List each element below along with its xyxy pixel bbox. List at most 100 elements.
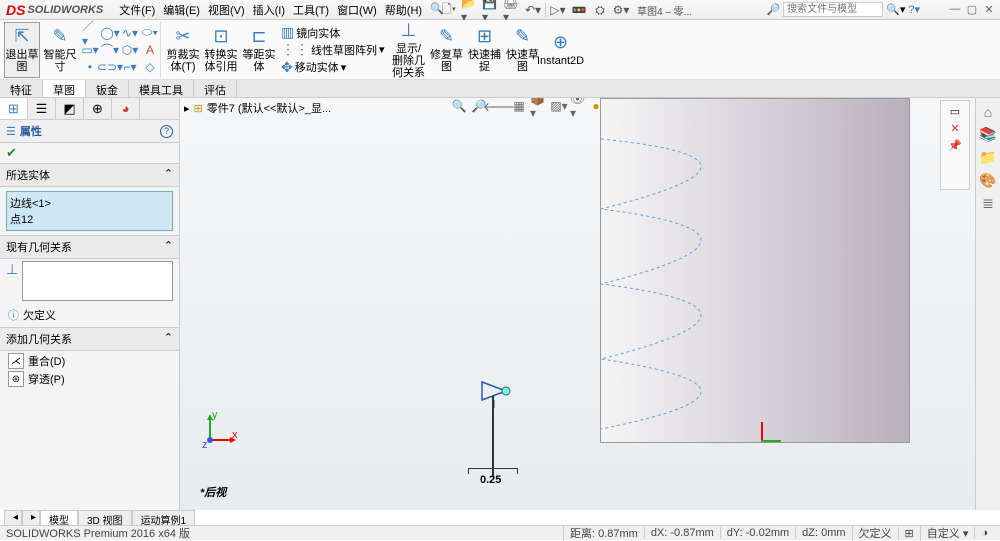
status-unit-icon[interactable]: ⊞ <box>898 527 920 540</box>
rapid-sketch-button[interactable]: ✎ 快速草图 <box>505 22 541 78</box>
new-icon[interactable]: 🗋▾ <box>440 2 458 18</box>
options-icon[interactable]: ⛭ <box>591 2 609 18</box>
pattern-button[interactable]: ⋮⋮线性草图阵列▾ <box>281 41 385 58</box>
tab-3dview[interactable]: 3D 视图 <box>78 510 132 526</box>
tab-feature[interactable]: 特征 <box>0 80 43 97</box>
feature-manager-panel: ⊞ ☰ ◩ ⊕ ◕ ☰ 属性 ? ✔ 所选实体 ⌃ 边线<1> 点12 现有几何… <box>0 98 180 510</box>
repair-button[interactable]: ✎ 修复草图 <box>429 22 465 78</box>
list-item[interactable]: 点12 <box>10 211 169 227</box>
hide-show-icon[interactable]: 👁▾ <box>570 98 588 114</box>
rebuild-icon[interactable]: 🚥 <box>570 2 588 18</box>
mirror-button[interactable]: ▥镜向实体 <box>281 24 385 41</box>
coincident-button[interactable]: ⋌ 重合(D) <box>8 353 171 369</box>
open-icon[interactable]: 📂▾ <box>461 2 479 18</box>
point-icon[interactable]: • <box>82 59 98 75</box>
menu-help[interactable]: 帮助(H) <box>385 2 422 18</box>
tp-view-icon[interactable]: 🎨 <box>979 172 996 189</box>
arc-icon[interactable]: ⌒▾ <box>102 42 118 58</box>
move-button[interactable]: ✥移动实体▾ <box>281 59 385 76</box>
circle-icon[interactable]: ◯▾ <box>102 25 118 41</box>
pm-section-add[interactable]: 添加几何关系 ⌃ <box>0 327 179 351</box>
text-icon[interactable]: A <box>142 42 158 58</box>
fm-tab-dim-icon[interactable]: ⊕ <box>84 98 112 119</box>
search-area: 🔎 🔍▾ ?▾ <box>766 2 920 17</box>
instant2d-button[interactable]: ⊕ Instant2D <box>543 22 579 78</box>
smart-dimension-button[interactable]: ✎ 智能尺寸 <box>42 22 78 78</box>
display-style-icon[interactable]: ▨▾ <box>550 98 568 114</box>
tab-sheetmetal[interactable]: 钣金 <box>86 80 129 97</box>
polygon-icon[interactable]: ⬡▾ <box>122 42 138 58</box>
floating-palette[interactable]: ▭ ✕ 📌 <box>940 100 970 190</box>
search-go-icon[interactable]: 🔍▾ <box>886 3 905 16</box>
restore-icon[interactable]: ▢ <box>965 2 979 16</box>
fm-tab-part-icon[interactable]: ⊞ <box>0 98 28 119</box>
menu-window[interactable]: 窗口(W) <box>337 2 377 18</box>
exit-sketch-button[interactable]: ⇱ 退出草图 <box>4 22 40 78</box>
fm-tab-appear-icon[interactable]: ◕ <box>112 98 140 119</box>
minimize-icon[interactable]: — <box>948 2 962 16</box>
line-icon[interactable]: ／▾ <box>82 25 98 41</box>
tab-moldtools[interactable]: 模具工具 <box>129 80 194 97</box>
pm-existing-list[interactable] <box>22 261 173 301</box>
tp-explorer-icon[interactable]: 📁 <box>979 149 996 166</box>
pm-ok-button[interactable]: ✔ <box>0 143 179 163</box>
flyout-tree[interactable]: ▸ ⊞ 零件7 (默认<<默认>_显... <box>184 100 331 116</box>
tab-model[interactable]: 模型 <box>40 510 78 526</box>
help-icon[interactable]: ?▾ <box>908 3 920 16</box>
menu-view[interactable]: 视图(V) <box>208 2 245 18</box>
pop-close-icon[interactable]: ✕ <box>950 122 959 135</box>
search-input[interactable] <box>783 2 883 17</box>
slot-icon[interactable]: ⊂⊃▾ <box>102 59 118 75</box>
section-view-icon[interactable]: ▦ <box>510 98 528 114</box>
save-icon[interactable]: 💾▾ <box>482 2 500 18</box>
tp-custom-icon[interactable]: ≣ <box>982 195 994 212</box>
status-custom[interactable]: 自定义 ▾ <box>920 525 975 541</box>
tab-motionstudy[interactable]: 运动算例1 <box>132 510 196 526</box>
plane-icon[interactable]: ◇ <box>142 59 158 75</box>
settings-icon[interactable]: ⚙▾ <box>612 2 630 18</box>
sketch-tools-group: ／▾ ◯▾ ∿▾ ⬭▾ ▭▾ ⌒▾ ⬡▾ A • ⊂⊃▾ ⌐▾ ◇ <box>80 22 161 78</box>
sketch-origin[interactable] <box>480 378 520 411</box>
tab-nav-next-icon[interactable]: ▸ <box>22 510 40 526</box>
menu-insert[interactable]: 插入(I) <box>253 2 285 18</box>
graphics-area[interactable]: ▸ ⊞ 零件7 (默认<<默认>_显... 🔍 🔎 🡐 ▦ 📦▾ ▨▾ 👁▾ ●… <box>180 98 975 510</box>
quicksnap-button[interactable]: ⊞ 快速捕捉 <box>467 22 503 78</box>
pm-help-icon[interactable]: ? <box>160 125 173 138</box>
menu-file[interactable]: 文件(F) <box>119 2 155 18</box>
zoom-fit-icon[interactable]: 🔍 <box>450 98 468 114</box>
print-icon[interactable]: 🖨▾ <box>503 2 521 18</box>
prev-view-icon[interactable]: 🡐 <box>490 98 508 114</box>
pop-restore-icon[interactable]: ▭ <box>950 105 960 118</box>
pierce-button[interactable]: ⊛ 穿透(P) <box>8 371 171 387</box>
tab-evaluate[interactable]: 评估 <box>194 80 237 97</box>
pm-selected-list[interactable]: 边线<1> 点12 <box>6 191 173 231</box>
tp-home-icon[interactable]: ⌂ <box>984 104 992 120</box>
tab-nav-prev-icon[interactable]: ◂ <box>4 510 22 526</box>
tab-sketch[interactable]: 草图 <box>43 80 86 97</box>
undo-icon[interactable]: ↶▾ <box>524 2 542 18</box>
list-item[interactable]: 边线<1> <box>10 195 169 211</box>
trim-button[interactable]: ✂ 剪裁实体(T) <box>165 22 201 78</box>
ellipse-icon[interactable]: ⬭▾ <box>142 25 158 41</box>
close-icon[interactable]: ✕ <box>982 2 996 16</box>
search-icon[interactable]: 🔎 <box>766 3 780 16</box>
status-flag-icon[interactable]: ◑ <box>974 527 994 539</box>
tp-lib-icon[interactable]: 📚 <box>979 126 996 143</box>
menu-edit[interactable]: 编辑(E) <box>163 2 200 18</box>
select-icon[interactable]: ▷▾ <box>549 2 567 18</box>
showhide-relations-button[interactable]: ⊥ 显示/删除几何关系 <box>391 22 427 78</box>
fillet-icon[interactable]: ⌐▾ <box>122 59 138 75</box>
pm-section-existing[interactable]: 现有几何关系 ⌃ <box>0 235 179 259</box>
expand-icon[interactable]: ▸ <box>184 102 190 115</box>
pop-pin-icon[interactable]: 📌 <box>948 139 962 152</box>
pm-section-selected[interactable]: 所选实体 ⌃ <box>0 163 179 187</box>
fm-tab-config-icon[interactable]: ☰ <box>28 98 56 119</box>
spline-icon[interactable]: ∿▾ <box>122 25 138 41</box>
menu-tools[interactable]: 工具(T) <box>293 2 329 18</box>
convert-button[interactable]: ⊡ 转换实体引用 <box>203 22 239 78</box>
rect-icon[interactable]: ▭▾ <box>82 42 98 58</box>
fm-tab-display-icon[interactable]: ◩ <box>56 98 84 119</box>
offset-button[interactable]: ⊏ 等距实体 <box>241 22 277 78</box>
dimension-value[interactable]: 0.25 <box>480 474 501 486</box>
view-orient-icon[interactable]: 📦▾ <box>530 98 548 114</box>
